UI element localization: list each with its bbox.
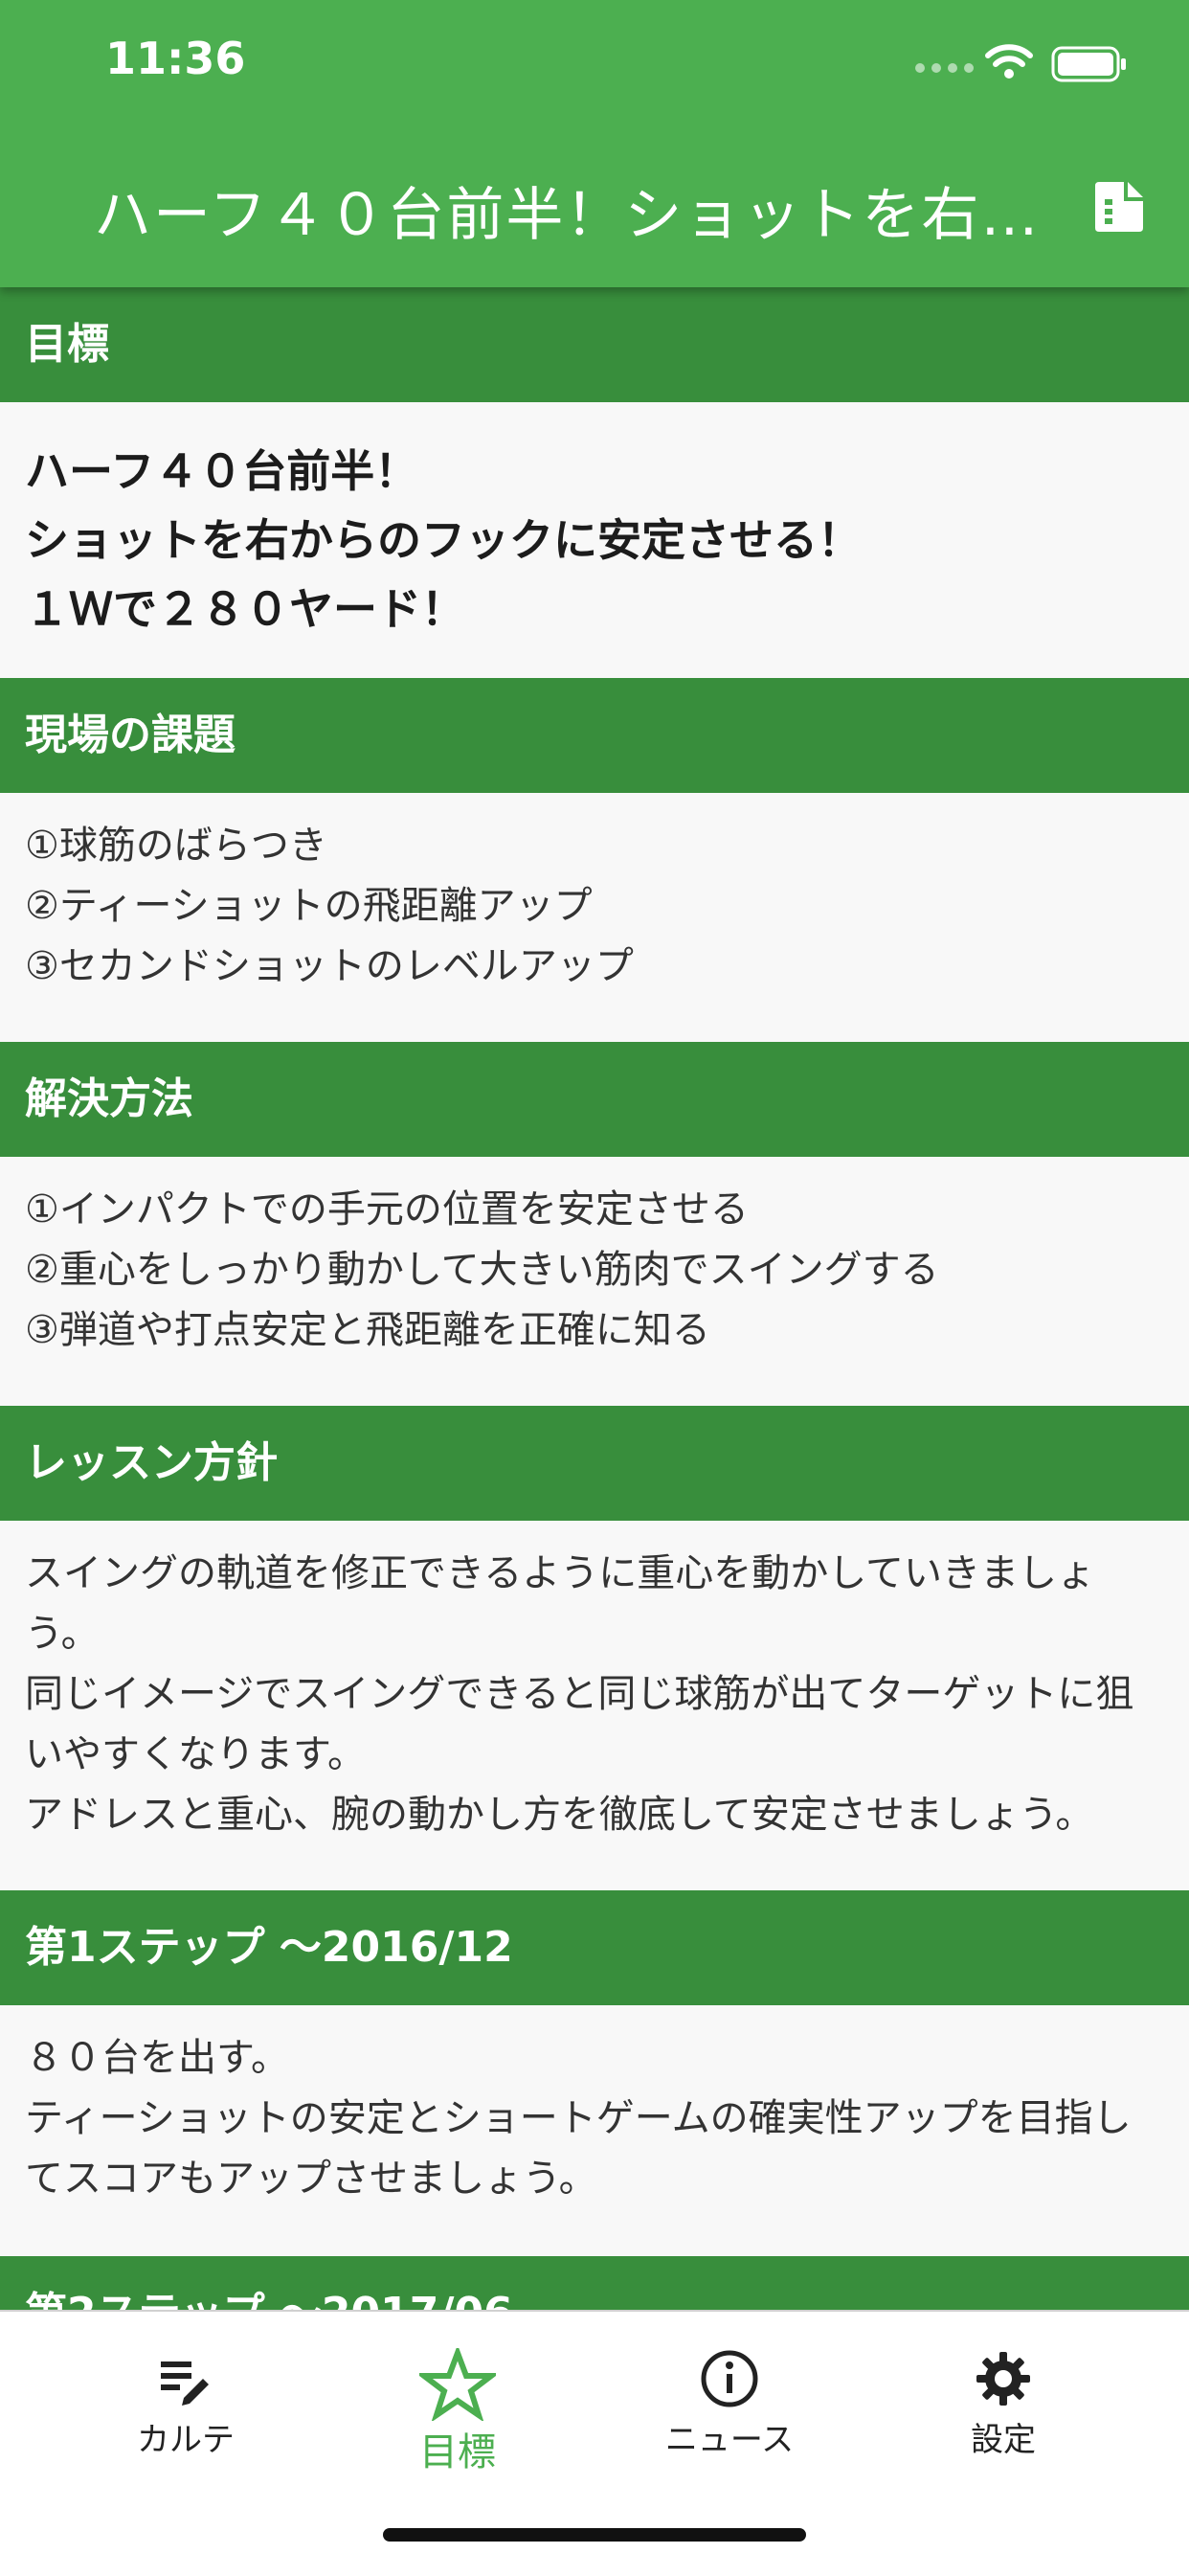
- tab-settings[interactable]: 設定: [898, 2348, 1109, 2460]
- page-title: ハーフ４０台前半！ショットを右か...: [94, 182, 1051, 249]
- star-icon: [419, 2348, 496, 2421]
- tab-label-settings: 設定: [971, 2421, 1036, 2459]
- section-header-issues: 現場の課題: [0, 678, 1189, 793]
- info-icon: [701, 2350, 758, 2407]
- section-header-goal: 目標: [0, 287, 1189, 402]
- section-header-step1: 第1ステップ 〜2016/12: [0, 1890, 1189, 2005]
- section-body-method: ①インパクトでの手元の位置を安定させる ②重心をしっかり動かして大きい筋肉でスイ…: [25, 1187, 939, 1352]
- tab-label-goal: 目標: [419, 2430, 496, 2474]
- cellular-signal-icon: [915, 63, 974, 73]
- section-header-policy: レッスン方針: [0, 1406, 1189, 1521]
- tab-news[interactable]: ニュース: [624, 2348, 835, 2460]
- app-bar: 11:36 ハーフ４０台前半！ショットを右か...: [0, 0, 1189, 287]
- edit-list-icon: [161, 2361, 209, 2406]
- section-body-policy: スイングの軌道を修正できるように重心を動かしていきましょう。 同じイメージでスイ…: [25, 1551, 1134, 1837]
- section-body-issues: ①球筋のばらつき ②ティーショットの飛距離アップ ③セカンドショットのレベルアッ…: [25, 824, 634, 988]
- tab-label-karte: カルテ: [137, 2421, 235, 2459]
- section-header-method: 解決方法: [0, 1042, 1189, 1157]
- tab-karte[interactable]: カルテ: [80, 2348, 291, 2460]
- section-body-step1: ８０台を出す。 ティーショットの安定とショートゲームの確実性アップを目指してスコ…: [25, 2036, 1132, 2201]
- home-indicator[interactable]: [383, 2528, 806, 2542]
- status-time: 11:36: [105, 33, 246, 84]
- document-icon[interactable]: [1091, 178, 1149, 236]
- section-header-step2: 第2ステップ 〜2017/06: [0, 2256, 1189, 2310]
- gear-icon: [976, 2352, 1030, 2406]
- goal-content[interactable]: 目標 ハーフ４０台前半！ ショットを右からのフックに安定させる！ １Ｗで２８０ヤ…: [0, 287, 1189, 2310]
- battery-icon: [1051, 46, 1126, 82]
- tab-label-news: ニュース: [664, 2421, 795, 2459]
- section-body-goal: ハーフ４０台前半！ ショットを右からのフックに安定させる！ １Ｗで２８０ヤード！: [25, 445, 862, 635]
- wifi-icon: [985, 44, 1033, 79]
- tab-goal[interactable]: 目標: [352, 2348, 563, 2476]
